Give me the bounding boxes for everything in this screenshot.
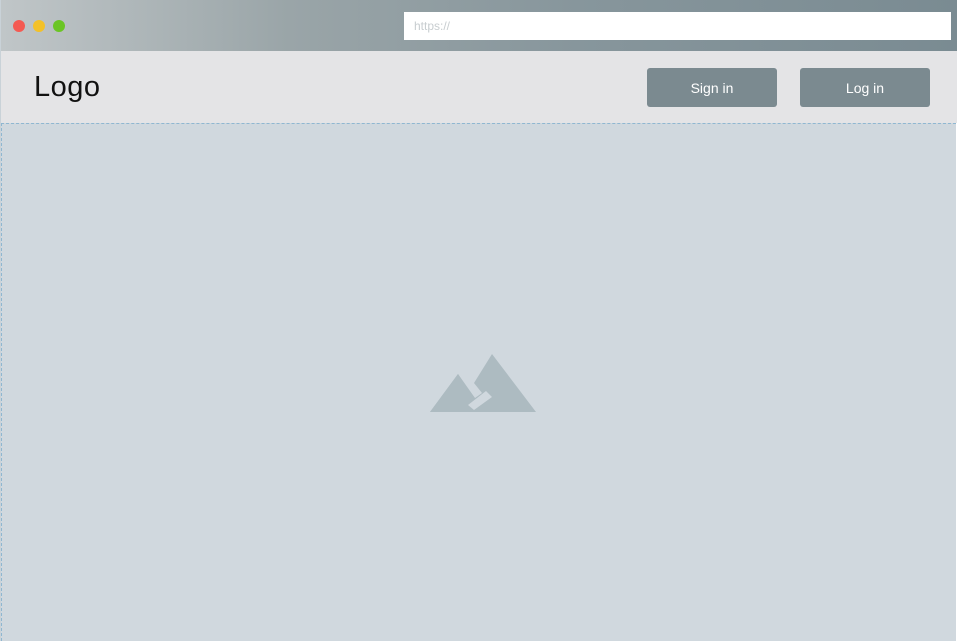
logo[interactable]: Logo — [34, 71, 101, 104]
browser-titlebar — [1, 0, 957, 51]
minimize-window-button[interactable] — [33, 20, 45, 32]
browser-window: Logo Sign in Log in — [0, 0, 957, 641]
log-in-button[interactable]: Log in — [800, 68, 930, 107]
hero-image-placeholder — [1, 123, 956, 641]
close-window-button[interactable] — [13, 20, 25, 32]
url-input[interactable] — [404, 12, 951, 40]
sign-in-button[interactable]: Sign in — [647, 68, 777, 107]
site-header: Logo Sign in Log in — [1, 51, 957, 123]
image-placeholder-icon — [430, 354, 536, 412]
maximize-window-button[interactable] — [53, 20, 65, 32]
